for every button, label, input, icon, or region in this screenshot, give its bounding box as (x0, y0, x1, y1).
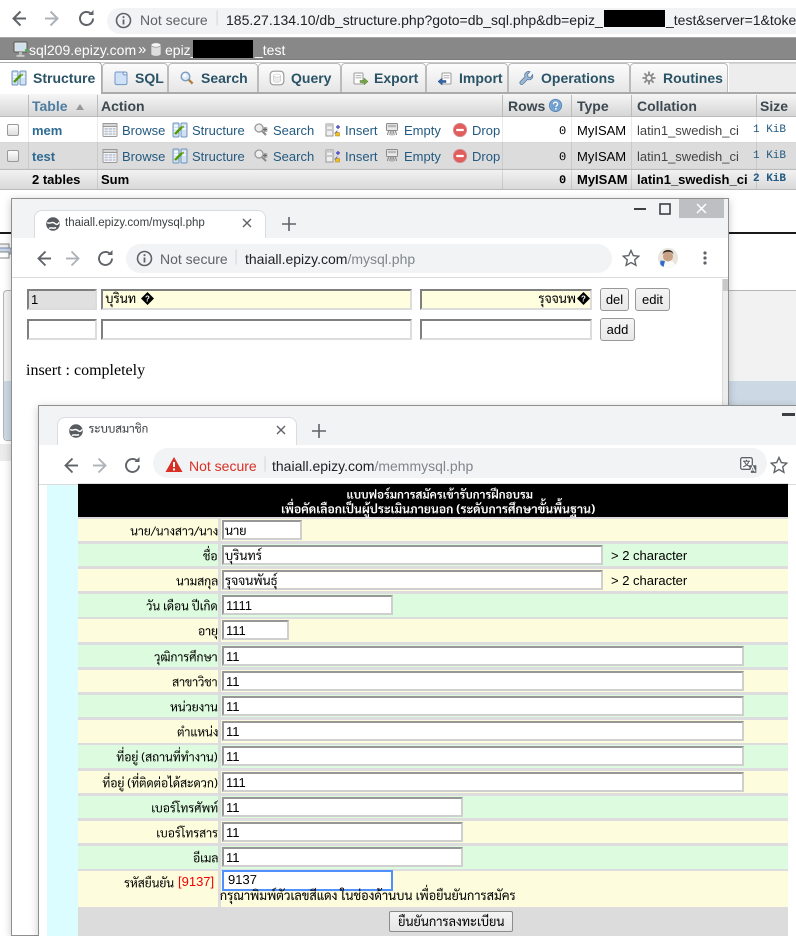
svg-text:?: ? (581, 295, 586, 304)
svg-text:?: ? (145, 295, 150, 304)
